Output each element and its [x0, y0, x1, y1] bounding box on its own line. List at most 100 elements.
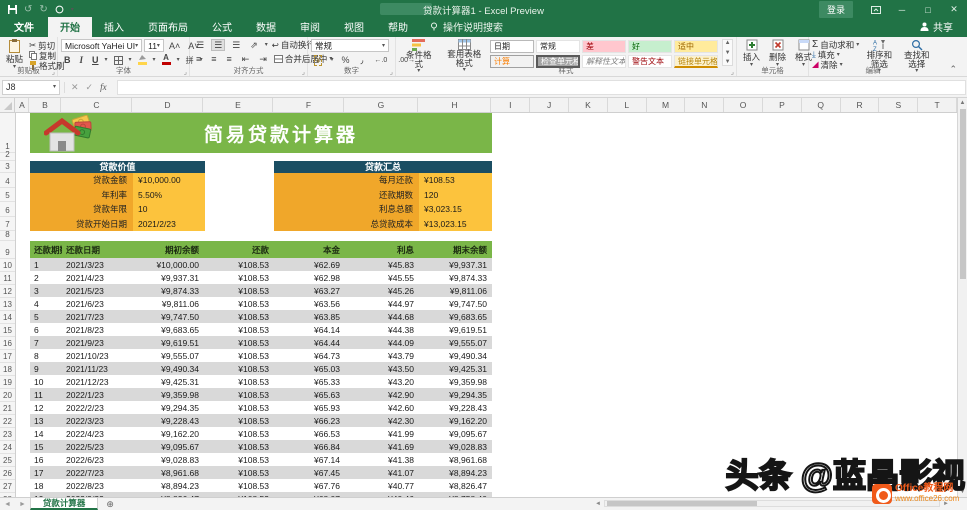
- insert-function-icon[interactable]: fx: [100, 82, 107, 92]
- align-center-icon[interactable]: ≡: [208, 53, 219, 65]
- loan-value[interactable]: ¥10,000.00: [133, 173, 205, 188]
- row-header-26[interactable]: 26: [0, 467, 15, 480]
- dialog-launcher-icon[interactable]: ⌟: [302, 68, 305, 76]
- loan-values-block[interactable]: 贷款价值 贷款金额¥10,000.00年利率5.50%贷款年限10贷款开始日期2…: [30, 161, 205, 231]
- cell-style-date[interactable]: 日期: [490, 40, 534, 53]
- enter-icon[interactable]: ✓: [86, 82, 94, 93]
- collapse-ribbon-icon[interactable]: ⌃: [949, 64, 957, 75]
- loan-value[interactable]: 2021/2/23: [133, 217, 205, 232]
- align-right-icon[interactable]: ≡: [224, 53, 235, 65]
- column-header-O[interactable]: O: [724, 98, 763, 112]
- scroll-down-icon[interactable]: ▼: [960, 489, 966, 497]
- insert-cells-button[interactable]: 插入▾: [740, 39, 763, 66]
- conditional-formatting-button[interactable]: 条件格式▾: [399, 39, 439, 66]
- ribbon-tab-0[interactable]: 文件: [0, 17, 48, 37]
- amort-row-7[interactable]: 72021/9/23¥9,619.51¥108.53¥64.44¥44.09¥9…: [30, 336, 492, 349]
- qat-dropdown-icon[interactable]: ▾: [71, 8, 74, 12]
- column-header-K[interactable]: K: [569, 98, 608, 112]
- column-header-S[interactable]: S: [879, 98, 918, 112]
- sheet-tab-active[interactable]: 贷款计算器: [30, 498, 99, 510]
- amort-row-12[interactable]: 122022/2/23¥9,294.35¥108.53¥65.93¥42.60¥…: [30, 401, 492, 414]
- ribbon-tab-2[interactable]: 插入: [92, 17, 136, 37]
- sheet-nav-left-icon[interactable]: ◄: [0, 501, 15, 508]
- amort-row-10[interactable]: 102021/12/23¥9,425.31¥108.53¥65.33¥43.20…: [30, 375, 492, 388]
- amort-row-17[interactable]: 172022/7/23¥8,961.68¥108.53¥67.45¥41.07¥…: [30, 466, 492, 479]
- dialog-launcher-icon[interactable]: ⌟: [390, 68, 393, 76]
- row-header-27[interactable]: 27: [0, 480, 15, 493]
- loan-value[interactable]: 5.50%: [133, 188, 205, 203]
- format-as-table-button[interactable]: 套用表格格式▾: [442, 39, 487, 66]
- increase-font-icon[interactable]: A˄: [166, 40, 183, 52]
- vscroll-thumb[interactable]: [960, 109, 966, 279]
- loan-row-2[interactable]: 利息总额¥3,023.15: [274, 202, 492, 217]
- ribbon-tab-1[interactable]: 开始: [48, 17, 92, 37]
- column-header-I[interactable]: I: [491, 98, 530, 112]
- loan-row-2[interactable]: 贷款年限10: [30, 202, 205, 217]
- row-header-24[interactable]: 24: [0, 441, 15, 454]
- column-header-P[interactable]: P: [763, 98, 802, 112]
- redo-icon[interactable]: ↻: [39, 4, 47, 15]
- ribbon-tab-3[interactable]: 页面布局: [136, 17, 200, 37]
- row-header-21[interactable]: 21: [0, 402, 15, 415]
- touch-mode-icon[interactable]: [55, 5, 64, 14]
- amort-row-2[interactable]: 22021/4/23¥9,937.31¥108.53¥62.98¥45.55¥9…: [30, 271, 492, 284]
- scroll-up-icon[interactable]: ▲: [960, 98, 966, 106]
- loan-value[interactable]: ¥13,023.15: [419, 217, 492, 232]
- orientation-icon[interactable]: ⇗: [247, 39, 261, 51]
- row-header-8[interactable]: 8: [0, 231, 15, 241]
- cell-style-good[interactable]: 好: [628, 40, 672, 53]
- dialog-launcher-icon[interactable]: ⌟: [52, 68, 55, 76]
- align-middle-icon[interactable]: ☰: [211, 39, 225, 51]
- column-header-F[interactable]: F: [273, 98, 344, 112]
- column-header-G[interactable]: G: [344, 98, 418, 112]
- loan-value[interactable]: 10: [133, 202, 205, 217]
- amort-row-8[interactable]: 82021/10/23¥9,555.07¥108.53¥64.73¥43.79¥…: [30, 349, 492, 362]
- row-header-25[interactable]: 25: [0, 454, 15, 467]
- font-size-select[interactable]: 11▾: [144, 39, 164, 52]
- vertical-scrollbar[interactable]: ▲ ▼: [957, 98, 967, 497]
- row-header-18[interactable]: 18: [0, 363, 15, 376]
- delete-cells-button[interactable]: 删除▾: [766, 39, 789, 66]
- column-header-L[interactable]: L: [608, 98, 647, 112]
- row-header-14[interactable]: 14: [0, 311, 15, 324]
- cancel-icon[interactable]: ✕: [71, 82, 79, 93]
- row-header-10[interactable]: 10: [0, 259, 15, 272]
- paste-button[interactable]: 粘贴 ▾: [3, 39, 26, 66]
- row-header-2[interactable]: 2: [0, 153, 15, 161]
- column-header-N[interactable]: N: [685, 98, 724, 112]
- new-sheet-icon[interactable]: ⊕: [98, 499, 122, 510]
- row-header-12[interactable]: 12: [0, 285, 15, 298]
- loan-row-0[interactable]: 每月还款¥108.53: [274, 173, 492, 188]
- signin-button[interactable]: 登录: [819, 1, 853, 18]
- dialog-launcher-icon[interactable]: ⌟: [731, 68, 734, 76]
- sort-filter-button[interactable]: AZ 排序和筛选▾: [862, 39, 896, 66]
- column-header-J[interactable]: J: [530, 98, 569, 112]
- loan-row-1[interactable]: 年利率5.50%: [30, 188, 205, 203]
- row-header-22[interactable]: 22: [0, 415, 15, 428]
- sheet-nav-right-icon[interactable]: ►: [15, 501, 30, 508]
- amort-row-14[interactable]: 142022/4/23¥9,162.20¥108.53¥66.53¥41.99¥…: [30, 427, 492, 440]
- ribbon-display-options-icon[interactable]: [863, 0, 889, 19]
- amort-row-18[interactable]: 182022/8/23¥8,894.23¥108.53¥67.76¥40.77¥…: [30, 479, 492, 492]
- ribbon-tab-4[interactable]: 公式: [200, 17, 244, 37]
- row-header-1[interactable]: 1: [0, 113, 15, 153]
- column-header-A[interactable]: A: [15, 98, 29, 112]
- amort-row-11[interactable]: 112022/1/23¥9,359.98¥108.53¥65.63¥42.90¥…: [30, 388, 492, 401]
- name-box[interactable]: J8▾: [2, 80, 60, 95]
- font-name-select[interactable]: Microsoft YaHei UI▾: [61, 39, 142, 52]
- row-header-13[interactable]: 13: [0, 298, 15, 311]
- loan-value[interactable]: ¥108.53: [419, 173, 492, 188]
- column-header-R[interactable]: R: [841, 98, 880, 112]
- cell-style-normal[interactable]: 常规: [536, 40, 580, 53]
- share-button[interactable]: 共享: [906, 17, 967, 37]
- loan-row-0[interactable]: 贷款金额¥10,000.00: [30, 173, 205, 188]
- amort-row-6[interactable]: 62021/8/23¥9,683.65¥108.53¥64.14¥44.38¥9…: [30, 323, 492, 336]
- dialog-launcher-icon[interactable]: ⌟: [184, 68, 187, 76]
- increase-indent-icon[interactable]: ⇥: [256, 53, 270, 65]
- ribbon-tab-8[interactable]: 帮助: [376, 17, 420, 37]
- amort-row-9[interactable]: 92021/11/23¥9,490.34¥108.53¥65.03¥43.50¥…: [30, 362, 492, 375]
- decrease-indent-icon[interactable]: ⇤: [239, 53, 253, 65]
- row-header-11[interactable]: 11: [0, 272, 15, 285]
- ribbon-tab-6[interactable]: 审阅: [288, 17, 332, 37]
- loan-value[interactable]: ¥3,023.15: [419, 202, 492, 217]
